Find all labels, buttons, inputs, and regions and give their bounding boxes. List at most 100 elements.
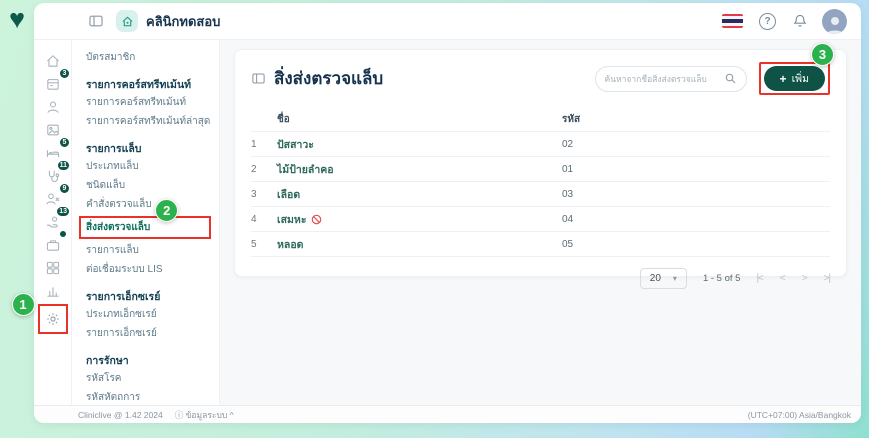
row-number: 2	[251, 163, 257, 175]
sidebar-item-procedure-code[interactable]: รหัสหัตถการ	[86, 388, 213, 405]
sidebar-item-disease-code[interactable]: รหัสโรค	[86, 369, 213, 388]
table-row[interactable]: 1 ปัสสาวะ 02	[251, 132, 830, 157]
main-row: 3 5 11 9 13 1 บัตรสมาชิก รายการคอร์สทรีท…	[11, 40, 861, 405]
card-header: สิ่งส่งตรวจแล็บ + เพิ่ม 3	[251, 43, 834, 95]
icon-rail: 3 5 11 9 13 1	[11, 40, 72, 405]
last-page-icon[interactable]: >|	[824, 273, 832, 284]
help-icon[interactable]: ?	[759, 12, 776, 30]
rail-patient-icon[interactable]	[41, 95, 64, 118]
topbar: คลินิกทดสอบ ?	[34, 3, 861, 40]
table-row[interactable]: 5 หลอด 05	[251, 232, 830, 257]
sidebar-item-course-list[interactable]: รายการคอร์สทรีทเม้นท์	[86, 93, 213, 112]
table-row[interactable]: 3 เลือด 03	[251, 182, 830, 207]
system-info-label: ข้อมูลระบบ	[185, 409, 228, 420]
row-number: 4	[251, 213, 257, 225]
brand-heart-logo heart-icon: ♥	[9, 4, 26, 34]
footer-bar: Cliniclive @ 1.42 2024 ⓘ ข้อมูลระบบ ^ (U…	[34, 405, 861, 423]
sidebar-item-xray-list[interactable]: รายการเอ็กซเรย์	[86, 324, 213, 343]
specimen-code: 04	[562, 213, 574, 225]
rail-wallet-icon[interactable]: 3	[41, 68, 70, 95]
specimen-name-text: เสมหะ	[277, 213, 307, 226]
rail-stethoscope-badge: 11	[56, 160, 70, 171]
sidebar-item-lab-list[interactable]: รายการแล็บ	[86, 241, 213, 260]
sidebar-item-lab-kind[interactable]: ชนิดแล็บ	[86, 176, 213, 195]
app-window: คลินิกทดสอบ ? 3 5 11 9 13 1 บัตรสมาชิก ร…	[11, 3, 861, 423]
sidebar-menu: บัตรสมาชิก รายการคอร์สทรีทเม้นท์ รายการค…	[72, 40, 220, 405]
rail-briefcase-dot-badge	[59, 230, 67, 238]
search-icon[interactable]	[724, 72, 737, 85]
disabled-ban-icon	[311, 214, 322, 225]
specimen-code: 03	[562, 188, 574, 200]
clinic-name: คลินิกทดสอบ	[146, 13, 221, 29]
collapse-caret-icon: ^	[229, 409, 234, 420]
sidebar-item-member-card[interactable]: บัตรสมาชิก	[86, 48, 213, 67]
first-page-icon[interactable]: |<	[756, 273, 764, 284]
notification-bell-icon[interactable]	[792, 13, 808, 29]
clinic-home-icon[interactable]	[116, 10, 138, 32]
plus-icon: +	[779, 71, 787, 86]
search-input[interactable]	[604, 73, 724, 84]
sidebar-item-xray-type[interactable]: ประเภทเอ็กซเรย์	[86, 305, 213, 324]
row-number: 1	[251, 138, 257, 150]
sidebar-header-course: รายการคอร์สทรีทเม้นท์	[86, 79, 192, 91]
rail-checkout-badge: 9	[59, 183, 70, 194]
rail-stats-chart-icon[interactable]	[41, 279, 64, 302]
sidebar-toggle-icon[interactable]	[88, 13, 104, 29]
specimen-table: ชื่อ รหัส 1 ปัสสาวะ 02 2 ไม้ป้ายลำคอ 01	[251, 108, 830, 257]
content-area: สิ่งส่งตรวจแล็บ + เพิ่ม 3	[220, 40, 861, 405]
page-size-select[interactable]: 20 ▾	[639, 268, 687, 289]
settings-highlight-box: 1	[11, 293, 68, 334]
rail-wallet-badge: 3	[59, 68, 70, 79]
column-header-name[interactable]: ชื่อ	[277, 112, 562, 127]
table-row[interactable]: 2 ไม้ป้ายลำคอ 01	[251, 157, 830, 182]
rail-payment-badge: 13	[56, 206, 70, 217]
column-header-code[interactable]: รหัส	[562, 112, 830, 127]
specimen-name-link[interactable]: เสมหะ	[277, 211, 562, 228]
info-icon: ⓘ	[174, 409, 184, 420]
timezone-label: (UTC+07:00) Asia/Bangkok	[747, 409, 851, 420]
sidebar-header-lab: รายการแล็บ	[86, 143, 142, 155]
table-row[interactable]: 4 เสมหะ 04	[251, 207, 830, 232]
annotation-step-3-badge: 3	[811, 43, 834, 66]
chevron-down-icon: ▾	[672, 274, 677, 283]
lab-specimen-card: สิ่งส่งตรวจแล็บ + เพิ่ม 3	[234, 43, 847, 289]
specimen-code: 02	[562, 138, 574, 150]
search-box	[594, 65, 747, 92]
sidebar-header-treatment: การรักษา	[86, 355, 129, 367]
specimen-name-link[interactable]: หลอด	[277, 236, 562, 253]
prev-page-icon[interactable]: <	[780, 273, 786, 284]
system-info-link[interactable]: ⓘ ข้อมูลระบบ ^	[175, 408, 234, 422]
annotation-step-1-badge: 1	[11, 293, 35, 316]
app-version: Cliniclive @ 1.42 2024	[78, 409, 163, 420]
sidebar-item-lab-type[interactable]: ประเภทแล็บ	[86, 157, 213, 176]
panel-toggle-icon[interactable]	[251, 71, 266, 86]
specimen-code: 05	[562, 238, 574, 250]
specimen-name-link[interactable]: ปัสสาวะ	[277, 136, 562, 153]
next-page-icon[interactable]: >	[802, 273, 808, 284]
sidebar-item-lis-connect[interactable]: ต่อเชื่อมระบบ LIS	[86, 260, 213, 279]
rail-apps-grid-icon[interactable]	[41, 256, 64, 279]
page-title: สิ่งส่งตรวจแล็บ	[274, 69, 384, 88]
page-size-value: 20	[649, 273, 661, 284]
rail-briefcase-icon[interactable]	[41, 230, 67, 256]
specimen-name-link[interactable]: ไม้ป้ายลำคอ	[277, 161, 562, 178]
user-avatar[interactable]	[822, 8, 847, 34]
specimen-name-link[interactable]: เลือด	[277, 186, 562, 203]
pagination-nav: |< < > >|	[756, 273, 832, 284]
sidebar-item-lab-specimen[interactable]: สิ่งส่งตรวจแล็บ	[86, 218, 204, 237]
settings-gear-icon[interactable]	[41, 308, 64, 331]
add-button-label: เพิ่ม	[791, 73, 809, 85]
row-number: 5	[251, 238, 257, 250]
add-button-highlight-box: + เพิ่ม 3	[758, 43, 834, 95]
rail-bed-badge: 5	[59, 137, 70, 148]
table-header-row: ชื่อ รหัส	[251, 108, 830, 132]
sidebar-item-course-latest[interactable]: รายการคอร์สทรีทเม้นท์ล่าสุด	[86, 112, 213, 131]
pagination: 20 ▾ 1 - 5 of 5 |< < > >|	[251, 268, 832, 289]
sidebar-item-lab-order[interactable]: คำสั่งตรวจแล็บ	[86, 195, 213, 214]
specimen-code: 01	[562, 163, 574, 175]
lab-specimen-highlight-box: สิ่งส่งตรวจแล็บ 2	[79, 199, 211, 239]
thai-flag-icon language-switcher[interactable]	[722, 14, 743, 28]
sidebar-header-xray: รายการเอ็กซเรย์	[86, 291, 161, 303]
pagination-range: 1 - 5 of 5	[702, 273, 741, 284]
add-specimen-button[interactable]: + เพิ่ม	[763, 66, 825, 91]
